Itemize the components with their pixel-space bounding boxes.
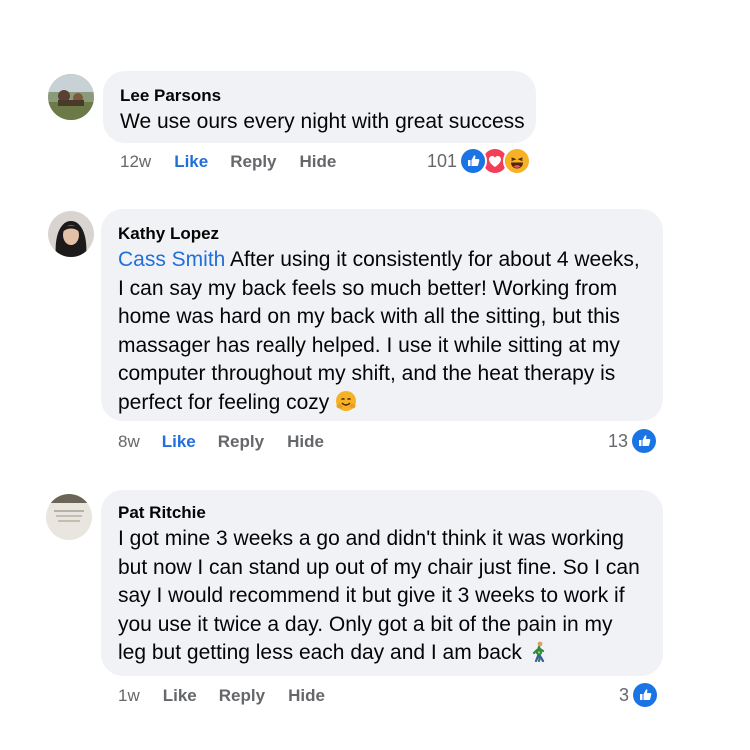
reaction-summary[interactable]: 13 [608,427,659,455]
comment-text-line: but now I can stand up out of my chair j… [118,555,640,579]
comment-bubble: Kathy Lopez Cass Smith After using it co… [101,209,663,421]
reaction-count: 13 [608,430,629,451]
comment-text-line: computer throughout my shift, and the he… [118,362,616,385]
haha-icon [503,147,532,175]
comment-text-line: I can say my back feels so much better! … [118,276,618,300]
avatar-photo-icon [48,74,94,120]
comment-actions: 1w Like Reply Hide [118,686,325,706]
comment-timestamp[interactable]: 1w [118,686,140,706]
comment-text-segment: leg but getting less each day and I am b… [118,641,528,664]
comment-text-line: Cass Smith After using it consistently f… [118,246,663,275]
reply-button[interactable]: Reply [230,152,276,172]
like-button[interactable]: Like [163,686,197,706]
avatar-photo-icon [48,211,94,257]
comment-bubble: Pat Ritchie I got mine 3 weeks a go and … [101,490,663,676]
comment-text: We use ours every night with great succe… [120,110,525,133]
comment-text: Cass Smith After using it consistently f… [118,246,663,417]
comment-text-line: leg but getting less each day and I am b… [118,639,663,668]
comment-actions: 12w Like Reply Hide [120,152,336,172]
like-icon [631,681,660,709]
like-icon [630,427,659,455]
mention-link[interactable]: Cass Smith [118,248,225,271]
comment-author[interactable]: Kathy Lopez [118,224,663,244]
reply-button[interactable]: Reply [218,432,264,452]
reaction-count: 3 [619,684,630,705]
comment-thread: Lee Parsons We use ours every night with… [0,0,750,750]
avatar[interactable] [46,494,92,540]
avatar[interactable] [48,211,94,257]
comment-actions: 8w Like Reply Hide [118,432,324,452]
hide-button[interactable]: Hide [300,152,337,172]
comment-timestamp[interactable]: 12w [120,152,151,172]
reaction-count: 101 [427,150,458,171]
person-walking-emoji [528,640,550,662]
comment-author[interactable]: Lee Parsons [120,86,536,106]
comment-text-segment: perfect for feeling cozy [118,390,336,414]
comment-text-line: perfect for feeling cozy [118,389,663,418]
comment-text-segment: After using it consistently for about 4 … [225,248,640,271]
hugging-face-emoji [335,390,357,412]
comment-bubble: Lee Parsons We use ours every night with… [103,71,536,143]
avatar[interactable] [48,74,94,120]
comment-text: I got mine 3 weeks a go and didn't think… [118,525,663,668]
comment-text-line: say I would recommend it but give it 3 w… [118,584,625,607]
comment-text-line: you use it twice a day. Only got a bit o… [118,612,613,636]
like-button[interactable]: Like [162,432,196,452]
reply-button[interactable]: Reply [219,686,265,706]
comment-author[interactable]: Pat Ritchie [118,503,663,523]
like-icon [459,147,488,175]
comment-text-line: I got mine 3 weeks a go and didn't think… [118,527,624,550]
comment-text-line: massager has really helped. I use it whi… [118,333,620,357]
comment-timestamp[interactable]: 8w [118,432,140,452]
reaction-summary[interactable]: 101 [427,147,532,175]
hide-button[interactable]: Hide [288,686,325,706]
hide-button[interactable]: Hide [287,432,324,452]
like-button[interactable]: Like [174,152,208,172]
comment-text-line: home was hard on my back with all the si… [118,305,620,328]
avatar-photo-icon [46,494,92,540]
reaction-summary[interactable]: 3 [619,681,660,709]
